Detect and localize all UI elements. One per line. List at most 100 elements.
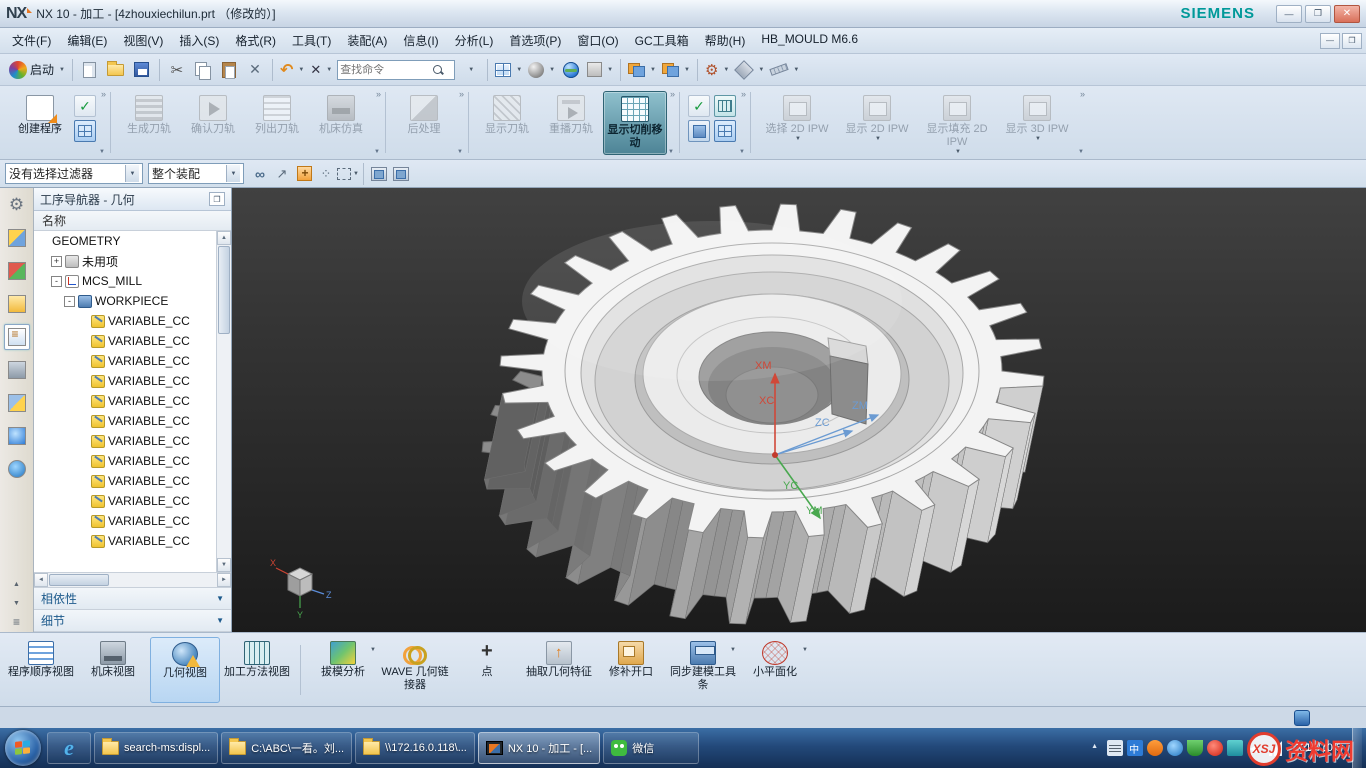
group-dropdown-icon[interactable] [99,149,105,155]
tree-node[interactable]: VARIABLE_CC [34,531,216,551]
bottom-toolbar-button[interactable]: 拔模分析 [308,637,378,703]
tree-node[interactable]: - MCS_MILL [34,271,216,291]
show-2d-ipw-button[interactable]: 显示 2D IPW [837,91,917,155]
tree-node[interactable]: VARIABLE_CC [34,491,216,511]
tree-horizontal-scrollbar[interactable] [34,572,231,587]
strip-scroll-down-icon[interactable] [7,597,27,609]
scroll-up-icon[interactable] [217,231,231,245]
start-button[interactable]: 启动 [6,57,68,83]
antivirus-icon[interactable] [1207,740,1223,756]
tree-node[interactable]: VARIABLE_CC [34,391,216,411]
internet-explorer-button[interactable] [47,732,91,764]
tree-node[interactable]: VARIABLE_CC [34,351,216,371]
window-arrange-button[interactable] [625,57,659,83]
show-part-icon[interactable] [714,95,736,117]
bottom-toolbar-button[interactable]: 修补开口 [596,637,666,703]
render-style-button[interactable] [525,57,558,83]
menu-item[interactable]: 装配(A) [339,29,395,52]
bottom-toolbar-button[interactable]: WAVE 几何链接器 [380,637,450,703]
menu-item[interactable]: 插入(S) [171,29,227,52]
erase-button[interactable] [307,57,335,83]
group-dropdown-icon[interactable] [457,149,463,155]
chevron-down-icon[interactable] [216,594,224,603]
list-toolpath-button[interactable]: 列出刀轨 [245,91,309,155]
strip-menu-icon[interactable] [7,616,27,628]
postprocess-button[interactable]: 后处理 [392,91,456,155]
horizontal-scrollbar-thumb[interactable] [49,574,109,586]
navigator-section[interactable]: 相依性 [34,588,231,610]
undo-button[interactable] [277,57,307,83]
web-browser-icon[interactable] [4,456,30,482]
bottom-toolbar-button[interactable]: 机床视图 [78,637,148,703]
select-2d-ipw-button[interactable]: 选择 2D IPW [757,91,837,155]
menu-item[interactable]: 文件(F) [4,29,59,52]
tree-node[interactable]: VARIABLE_CC [34,471,216,491]
create-operation-icon[interactable] [74,95,96,117]
cut-button[interactable] [164,57,190,83]
machine-simulation-button[interactable]: 机床仿真 [309,91,373,155]
hidden-icons-icon[interactable] [1087,740,1103,756]
strip-scroll-up-icon[interactable] [7,578,27,590]
child-minimize-button[interactable] [1320,33,1340,49]
menu-item[interactable]: HB_MOULD M6.6 [753,29,866,52]
paste-button[interactable] [216,57,242,83]
wireframe-cube-button[interactable] [390,163,412,185]
tree-node[interactable]: - WORKPIECE [34,291,216,311]
close-button[interactable] [1334,5,1360,23]
menu-item[interactable]: 工具(T) [284,29,339,52]
machine-tool-navigator-icon[interactable] [4,357,30,383]
preferences-button[interactable] [702,57,732,83]
show-3d-ipw-button[interactable]: 显示 3D IPW [997,91,1077,155]
measure-button[interactable] [767,57,802,83]
operation-navigator-icon[interactable] [4,324,30,350]
selection-filter-combo[interactable]: 没有选择过滤器 [5,163,143,184]
verify-toolpath-button[interactable]: 确认刀轨 [181,91,245,155]
netdisk-icon[interactable] [1227,740,1243,756]
menu-item[interactable]: 帮助(H) [697,29,754,52]
tree-vertical-scrollbar[interactable] [216,231,231,572]
assembly-navigator-icon[interactable] [4,225,30,251]
group-dropdown-icon[interactable] [374,149,380,155]
background-button[interactable] [584,57,616,83]
open-button[interactable] [103,57,129,83]
delete-button[interactable] [242,57,268,83]
tree-node[interactable]: VARIABLE_CC [34,411,216,431]
group-dropdown-icon[interactable] [668,149,674,155]
tree-node[interactable]: VARIABLE_CC [34,371,216,391]
create-tool-icon[interactable] [74,120,96,142]
bottom-toolbar-button[interactable]: 加工方法视图 [222,637,292,703]
tree-expander[interactable]: - [51,276,62,287]
group-dropdown-icon[interactable] [739,149,745,155]
shaded-cube-button[interactable] [368,163,390,185]
part-navigator-icon[interactable] [4,291,30,317]
vertical-scrollbar-thumb[interactable] [218,246,230,334]
maximize-button[interactable] [1305,5,1331,23]
taskbar-app-button[interactable]: search-ms:displ... [94,732,218,764]
menu-item[interactable]: 编辑(E) [59,29,115,52]
taskbar-app-button[interactable]: C:\ABC\一看。刘... [221,732,352,764]
find-command-input[interactable] [340,64,432,76]
tree-node[interactable]: VARIABLE_CC [34,331,216,351]
find-command-box[interactable] [337,60,455,80]
bottom-toolbar-button[interactable]: 几何视图 [150,637,220,703]
scroll-left-icon[interactable] [34,573,48,587]
tree-node[interactable]: GEOMETRY [34,231,216,251]
point-method-button[interactable] [315,163,337,185]
snap-plus-button[interactable] [293,163,315,185]
show-cutting-moves-button[interactable]: 显示切削移动 [603,91,667,155]
bottom-toolbar-button[interactable]: 点 [452,637,522,703]
ime-icon[interactable] [1127,740,1143,756]
graphics-viewport[interactable]: XM XC ZC ZM YC YM X Y Z [232,188,1366,632]
replay-toolpath-button[interactable]: 重播刀轨 [539,91,603,155]
bottom-toolbar-button[interactable]: 同步建模工具条 [668,637,738,703]
qq-icon[interactable] [1167,740,1183,756]
combo-arrow-icon[interactable] [226,165,240,182]
group-dropdown-icon[interactable] [1078,149,1084,155]
show-blank-icon[interactable] [688,120,710,142]
bottom-toolbar-button[interactable]: 小平面化 [740,637,810,703]
child-restore-button[interactable] [1342,33,1362,49]
highlight-chain-button[interactable] [249,163,271,185]
tree-expander[interactable]: + [51,256,62,267]
input-method-icon[interactable] [1147,740,1163,756]
true-shading-button[interactable] [558,57,584,83]
